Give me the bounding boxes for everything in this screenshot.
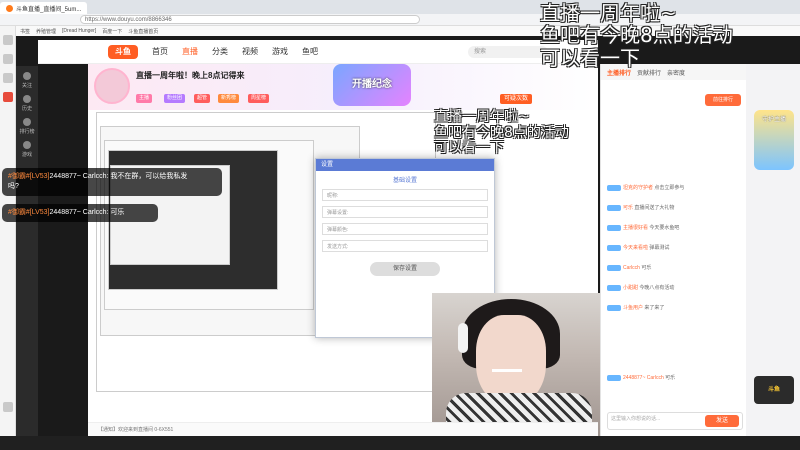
- activity-card[interactable]: 斗鱼: [754, 376, 794, 404]
- headset-icon: [458, 323, 468, 353]
- right-activity-strip: 守护主播 斗鱼: [746, 64, 800, 436]
- tag-badge[interactable]: 周星榜: [248, 94, 270, 103]
- anniversary-banner[interactable]: 开播纪念: [333, 64, 411, 106]
- gear-icon[interactable]: [2, 402, 13, 412]
- bookmark-item[interactable]: 养殖管理: [36, 28, 56, 35]
- tag-badge[interactable]: 粉丝团: [164, 94, 186, 103]
- level-badge-icon: [607, 244, 621, 251]
- download-icon[interactable]: [2, 73, 13, 83]
- level-badge-icon: [607, 224, 621, 231]
- microphone-icon: [492, 369, 522, 372]
- url-field[interactable]: https://www.douyu.com/8866346: [80, 15, 420, 24]
- trophy-icon: [23, 118, 31, 126]
- dialog-title: 设置: [316, 159, 494, 171]
- tag-badge[interactable]: 超管: [194, 94, 211, 103]
- room-banner: 直播一周年啦！晚上8点记得来 主播 粉丝团 超管 新秀榜 周星榜 开播纪念 可疑…: [88, 64, 598, 110]
- search-input[interactable]: 搜索: [468, 45, 548, 58]
- chat-bubble: #御霸#[LV53]2448877~ Carlcch: 可乐: [2, 204, 158, 222]
- streamer-avatar[interactable]: [94, 68, 130, 104]
- chat-row: 今天来看啦 弹幕测试: [607, 244, 743, 254]
- danmu-color-field[interactable]: 弹幕颜色:: [322, 223, 488, 235]
- report-count-button[interactable]: 可疑次数: [500, 94, 533, 104]
- rail-item-game[interactable]: 游戏: [16, 135, 38, 158]
- clock-icon: [23, 95, 31, 103]
- notice-bar: 【通知】欢迎来到直播间 0-6X551: [88, 422, 598, 436]
- level-badge-icon: [607, 374, 621, 381]
- nav-video[interactable]: 视频: [242, 46, 258, 57]
- nav-fishbar[interactable]: 鱼吧: [302, 46, 318, 57]
- send-mode-field[interactable]: 发送方式:: [322, 240, 488, 252]
- nav-game[interactable]: 游戏: [272, 46, 288, 57]
- chat-bubble: #御霸#[LV53]2448877~ Carlcch: 我不在群，可以给我私发 …: [2, 168, 222, 196]
- room-title: 直播一周年啦！晚上8点记得来: [136, 71, 245, 80]
- nav-home[interactable]: 首页: [152, 46, 168, 57]
- site-left-rail: 关注 历史 排行榜 游戏: [16, 66, 38, 436]
- bottom-strip: [0, 436, 800, 450]
- bookmark-item[interactable]: [Dread Hunger]: [62, 28, 96, 34]
- level-badge-icon: [607, 284, 621, 291]
- announcement-overlay-small: 直播一周年啦~ 鱼吧有今晚8点的活动 可以看一下: [434, 109, 569, 157]
- site-header: 斗鱼 首页 直播 分类 视频 游戏 鱼吧 搜索: [38, 40, 598, 64]
- rail-item-rank[interactable]: 排行榜: [16, 112, 38, 135]
- nav-category[interactable]: 分类: [212, 46, 228, 57]
- history-icon[interactable]: [2, 54, 13, 64]
- app-icon[interactable]: [2, 92, 13, 102]
- tag-badge[interactable]: 新秀榜: [218, 94, 240, 103]
- rank-button[interactable]: 前往排行: [705, 94, 741, 106]
- save-settings-button[interactable]: 保存设置: [370, 262, 440, 276]
- chat-row: 斗鱼用户 来了来了: [607, 304, 743, 314]
- bookmark-item[interactable]: 斗鱼直播首页: [128, 28, 158, 35]
- dialog-header: 基础设置: [392, 178, 417, 184]
- send-button[interactable]: 发送: [705, 415, 739, 427]
- danmu-setting-field[interactable]: 弹幕设置:: [322, 206, 488, 218]
- browser-sidebar: [0, 26, 16, 450]
- browser-tab[interactable]: 斗鱼直播_直播间_5um...: [0, 2, 88, 14]
- level-badge-icon: [607, 304, 621, 311]
- level-badge-icon: [607, 204, 621, 211]
- level-badge-icon: [607, 264, 621, 271]
- douyu-favicon-icon: [6, 4, 13, 12]
- chat-row: 小甜甜 今晚八点有活动: [607, 284, 743, 294]
- level-badge-icon: [607, 184, 621, 191]
- bookmark-item[interactable]: 百度一下: [102, 28, 122, 35]
- tag-badge[interactable]: 主播: [136, 94, 153, 103]
- chat-row: 2448877~ Carlcch 可乐: [607, 374, 743, 384]
- chat-row: Carlcch 可乐: [607, 264, 743, 274]
- chat-row: 主播很好看 今天要水鱼吧: [607, 224, 743, 234]
- chat-panel: 主播排行 贡献排行 亲密度 前往排行 坦克的守护者 点击立即参与 可乐 直播间送…: [600, 64, 747, 436]
- chat-row: 坦克的守护者 点击立即参与: [607, 184, 743, 194]
- gamepad-icon: [23, 141, 31, 149]
- star-icon[interactable]: [2, 35, 13, 45]
- site-logo[interactable]: 斗鱼: [108, 44, 138, 59]
- rail-item-follow[interactable]: 关注: [16, 66, 38, 89]
- guard-gift-card[interactable]: 守护主播: [754, 110, 794, 170]
- tab-title: 斗鱼直播_直播间_5um...: [16, 6, 82, 13]
- nav-live[interactable]: 直播: [182, 46, 198, 57]
- chat-row: 可乐 直播间送了大礼物: [607, 204, 743, 214]
- nickname-field[interactable]: 昵称:: [322, 189, 488, 201]
- heart-icon: [23, 72, 31, 80]
- announcement-overlay: 直播一周年啦~ 鱼吧有今晚8点的活动 可以看一下: [540, 1, 733, 70]
- bookmark-item[interactable]: 书签: [20, 28, 30, 35]
- rail-item-history[interactable]: 历史: [16, 89, 38, 112]
- webcam-face: [476, 315, 546, 405]
